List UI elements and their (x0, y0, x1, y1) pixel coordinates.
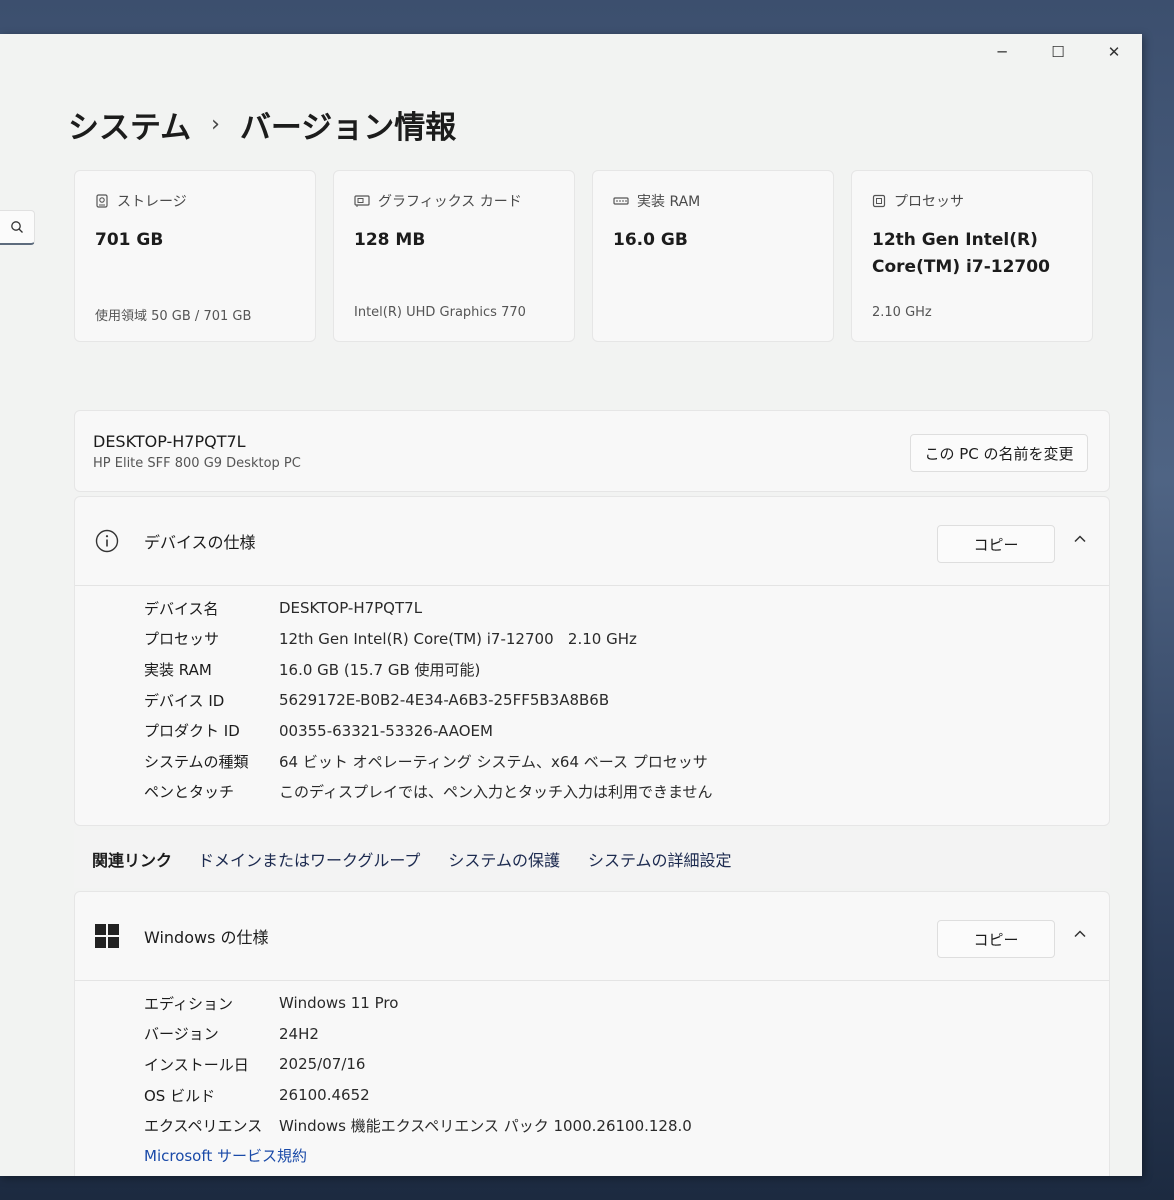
spec-key: インストール日 (144, 1055, 249, 1074)
card-label: 実装 RAM (637, 194, 701, 210)
spec-key: デバイス名 (144, 599, 219, 618)
breadcrumb: システム › バージョン情報 (68, 102, 456, 146)
card-header: グラフィックス カード (354, 191, 522, 211)
storage-card[interactable]: ストレージ 701 GB 使用領域 50 GB / 701 GB (74, 170, 316, 342)
spec-value: 12th Gen Intel(R) Core(TM) i7-12700 2.10… (279, 629, 637, 648)
pc-name-panel: DESKTOP-H7PQT7L HP Elite SFF 800 G9 Desk… (74, 410, 1110, 492)
domain-workgroup-link[interactable]: ドメインまたはワークグループ (198, 847, 420, 871)
processor-icon (872, 194, 886, 208)
card-subtext: 使用領域 50 GB / 701 GB (95, 309, 252, 324)
info-icon (95, 529, 119, 553)
device-spec-header[interactable]: デバイスの仕様 コピー (75, 497, 1109, 586)
spec-value: 00355-63321-53326-AAOEM (279, 721, 493, 740)
spec-key: プロダクト ID (144, 722, 240, 741)
storage-icon (96, 194, 108, 208)
breadcrumb-separator: › (211, 111, 220, 137)
maximize-button[interactable]: ☐ (1030, 34, 1086, 70)
microsoft-service-agreement-link[interactable]: Microsoft サービス規約 (144, 1145, 692, 1166)
related-links-label: 関連リンク (92, 851, 173, 870)
window-caption-buttons: ─ ☐ ✕ (974, 34, 1142, 70)
spec-key: バージョン (144, 1025, 219, 1044)
spec-row-processor: プロセッサ 12th Gen Intel(R) Core(TM) i7-1270… (144, 624, 713, 655)
minimize-button[interactable]: ─ (974, 34, 1030, 70)
card-value: 128 MB (354, 230, 426, 250)
spec-key: システムの種類 (144, 752, 249, 771)
card-value: 16.0 GB (613, 230, 688, 250)
spec-row-pen-touch: ペンとタッチ このディスプレイでは、ペン入力とタッチ入力は利用できません (144, 777, 713, 808)
windows-logo-icon (95, 924, 119, 948)
windows-spec-title: Windows の仕様 (144, 928, 269, 947)
spec-value: 16.0 GB (15.7 GB 使用可能) (279, 660, 481, 679)
search-icon (11, 221, 23, 233)
processor-card[interactable]: プロセッサ 12th Gen Intel(R) Core(TM) i7-1270… (851, 170, 1093, 342)
system-protection-link[interactable]: システムの保護 (448, 847, 560, 871)
ram-icon (613, 197, 629, 205)
spec-row-product-id: プロダクト ID 00355-63321-53326-AAOEM (144, 715, 713, 746)
device-spec-rows: デバイス名 DESKTOP-H7PQT7L プロセッサ 12th Gen Int… (144, 593, 713, 807)
chevron-up-icon[interactable] (1073, 927, 1087, 941)
spec-key: ペンとタッチ (144, 783, 235, 802)
spec-row-device-name: デバイス名 DESKTOP-H7PQT7L (144, 593, 713, 624)
windows-spec-header[interactable]: Windows の仕様 コピー (75, 892, 1109, 981)
card-value: 12th Gen Intel(R) Core(TM) i7-12700 (872, 230, 1050, 277)
spec-value: DESKTOP-H7PQT7L (279, 599, 423, 618)
device-spec-title: デバイスの仕様 (144, 533, 256, 552)
spec-value: Windows 機能エクスペリエンス パック 1000.26100.128.0 (279, 1117, 692, 1136)
related-links-bar: 関連リンク ドメインまたはワークグループ システムの保護 システムの詳細設定 (74, 830, 1110, 888)
card-subtext: 2.10 GHz (872, 305, 932, 320)
close-button[interactable]: ✕ (1086, 34, 1142, 70)
ram-card[interactable]: 実装 RAM 16.0 GB (592, 170, 834, 342)
spec-key: OS ビルド (144, 1086, 216, 1105)
card-header: ストレージ (95, 191, 187, 211)
spec-value: 24H2 (279, 1024, 319, 1043)
spec-key: プロセッサ (144, 630, 220, 649)
copy-device-spec-button[interactable]: コピー (937, 525, 1055, 563)
windows-spec-section: Windows の仕様 コピー エディション Windows 11 Pro バー… (74, 891, 1110, 1176)
spec-row-install-date: インストール日 2025/07/16 (144, 1049, 692, 1080)
spec-row-system-type: システムの種類 64 ビット オペレーティング システム、x64 ベース プロセ… (144, 746, 713, 777)
pc-model: HP Elite SFF 800 G9 Desktop PC (93, 456, 301, 471)
spec-row-device-id: デバイス ID 5629172E-B0B2-4E34-A6B3-25FF5B3A… (144, 685, 713, 716)
spec-key: エディション (144, 994, 233, 1013)
card-label: グラフィックス カード (378, 194, 522, 210)
search-box[interactable] (0, 210, 35, 245)
windows-spec-rows: エディション Windows 11 Pro バージョン 24H2 インストール日… (144, 988, 692, 1166)
spec-row-os-build: OS ビルド 26100.4652 (144, 1080, 692, 1111)
spec-key: エクスペリエンス (144, 1117, 263, 1136)
breadcrumb-parent[interactable]: システム (68, 102, 191, 147)
card-header: プロセッサ (872, 191, 964, 211)
spec-key: デバイス ID (144, 691, 225, 710)
card-value: 701 GB (95, 230, 164, 250)
spec-value: Windows 11 Pro (279, 994, 399, 1013)
spec-row-ram: 実装 RAM 16.0 GB (15.7 GB 使用可能) (144, 654, 713, 685)
chevron-up-icon[interactable] (1073, 532, 1087, 546)
spec-value: 2025/07/16 (279, 1055, 366, 1074)
spec-row-edition: エディション Windows 11 Pro (144, 988, 692, 1019)
spec-cards: ストレージ 701 GB 使用領域 50 GB / 701 GB グラフィックス… (74, 170, 1093, 342)
spec-value: このディスプレイでは、ペン入力とタッチ入力は利用できません (279, 783, 713, 802)
card-subtext: Intel(R) UHD Graphics 770 (354, 305, 526, 320)
page-title: バージョン情報 (239, 109, 457, 146)
spec-value: 64 ビット オペレーティング システム、x64 ベース プロセッサ (279, 752, 708, 771)
copy-windows-spec-button[interactable]: コピー (937, 920, 1055, 958)
device-spec-section: デバイスの仕様 コピー デバイス名 DESKTOP-H7PQT7L プロセッサ … (74, 496, 1110, 826)
spec-row-version: バージョン 24H2 (144, 1019, 692, 1050)
settings-window: ─ ☐ ✕ システム › バージョン情報 ストレージ 701 GB 使用領域 5… (0, 34, 1142, 1176)
rename-pc-button[interactable]: この PC の名前を変更 (910, 434, 1088, 472)
graphics-card-icon (354, 195, 370, 207)
card-label: プロセッサ (894, 194, 964, 210)
spec-value: 5629172E-B0B2-4E34-A6B3-25FF5B3A8B6B (279, 691, 610, 710)
spec-value: 26100.4652 (279, 1086, 370, 1105)
pc-name: DESKTOP-H7PQT7L (93, 432, 246, 451)
advanced-system-settings-link[interactable]: システムの詳細設定 (588, 847, 732, 871)
graphics-card-card[interactable]: グラフィックス カード 128 MB Intel(R) UHD Graphics… (333, 170, 575, 342)
card-header: 実装 RAM (613, 191, 700, 211)
spec-key: 実装 RAM (144, 660, 212, 679)
spec-row-experience: エクスペリエンス Windows 機能エクスペリエンス パック 1000.261… (144, 1110, 692, 1141)
card-label: ストレージ (117, 194, 187, 210)
